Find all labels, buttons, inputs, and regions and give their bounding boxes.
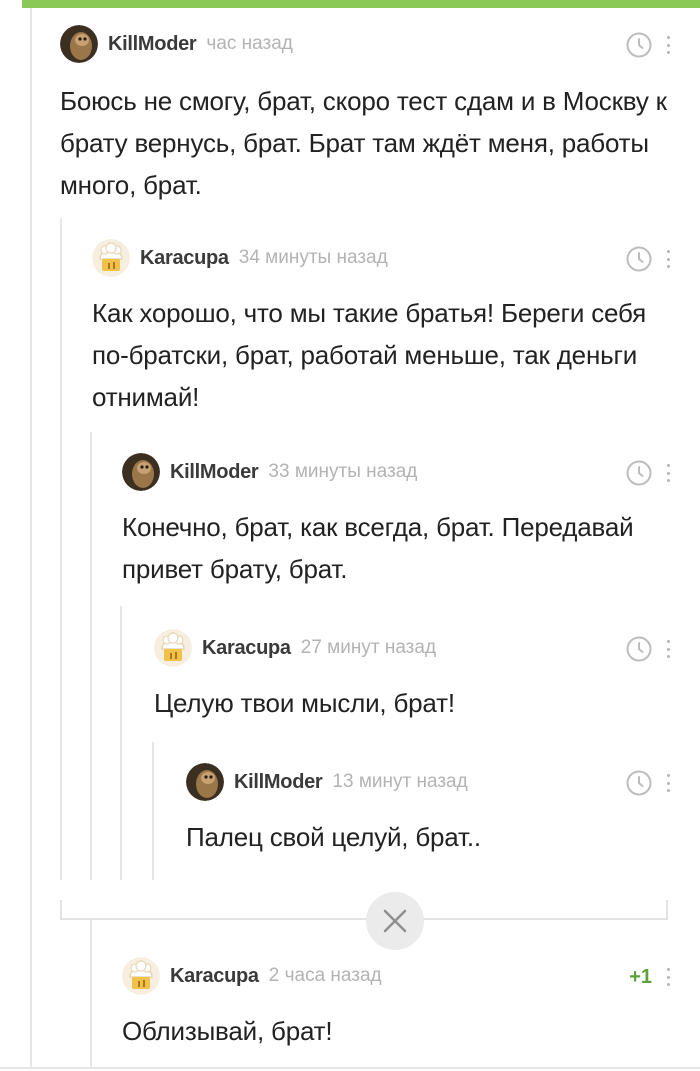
comment-time[interactable]: 34 минуты назад [239,247,388,269]
thread-line-root[interactable] [30,8,32,1068]
author-name[interactable]: KillModer [170,461,259,484]
avatar[interactable] [92,239,130,277]
comment-text: Конечно, брат, как всегда, брат. Передав… [122,512,634,584]
comment-header: KillModer 13 минут назад [186,762,670,802]
avatar[interactable] [122,453,160,491]
thread-line-level-2[interactable] [90,432,92,880]
comment: Karacupa 27 минут назад Целую твои мысли… [154,628,670,724]
collapse-divider-edge-right [666,900,668,920]
comment-text: Облизывай, брат! [122,1016,333,1046]
more-vertical-icon[interactable] [666,36,670,54]
clock-icon[interactable] [626,32,652,58]
comment-text: Боюсь не смогу, брат, скоро тест сдам и … [60,86,667,200]
close-icon[interactable] [382,908,408,934]
comment-header: KillModer час назад [60,24,670,64]
author-name[interactable]: KillModer [234,771,323,794]
thread-line-level-3[interactable] [120,606,122,880]
comment-header: Karacupa 34 минуты назад [92,238,670,278]
comment-actions [626,770,670,796]
thread-line-level-1[interactable] [60,218,62,880]
comment-text: Как хорошо, что мы такие братья! Береги … [92,298,647,412]
comment-time[interactable]: 33 минуты назад [268,461,417,483]
clock-icon[interactable] [626,770,652,796]
avatar[interactable] [186,763,224,801]
author-name[interactable]: KillModer [108,33,197,56]
top-bar-gap [0,0,22,8]
comment-header: Karacupa 2 часа назад +1 [122,956,670,996]
comment-actions [626,32,670,58]
comment-time[interactable]: 13 минут назад [332,771,467,793]
comment: Karacupa 34 минуты назад Как хорошо, что… [92,238,670,418]
comment-text: Целую твои мысли, брат! [154,688,455,718]
collapse-button[interactable] [366,892,424,950]
comment-text: Палец свой целуй, брат.. [186,822,481,852]
clock-icon[interactable] [626,460,652,486]
avatar[interactable] [60,25,98,63]
more-vertical-icon[interactable] [666,968,670,986]
more-vertical-icon[interactable] [666,640,670,658]
more-vertical-icon[interactable] [666,250,670,268]
author-name[interactable]: Karacupa [170,965,259,988]
comment-actions: +1 [629,964,670,990]
comment: Karacupa 2 часа назад +1 Облизывай, брат… [122,956,670,1052]
comment-rating: +1 [629,965,652,988]
thread-line-bottom-branch[interactable] [90,920,92,1068]
more-vertical-icon[interactable] [666,774,670,792]
comment-actions [626,636,670,662]
comment-header: Karacupa 27 минут назад [154,628,670,668]
avatar[interactable] [122,957,160,995]
comment-time[interactable]: 27 минут назад [301,637,436,659]
collapse-divider [60,918,668,920]
comment-time[interactable]: 2 часа назад [269,965,382,987]
more-vertical-icon[interactable] [666,464,670,482]
author-name[interactable]: Karacupa [202,637,291,660]
clock-icon[interactable] [626,246,652,272]
comment-actions [626,460,670,486]
collapse-divider-edge-left [60,900,62,920]
bottom-separator [0,1067,700,1069]
comment: KillModer 13 минут назад Палец свой целу… [186,762,670,858]
thread-line-level-4[interactable] [152,742,154,880]
comment: KillModer 33 минуты назад Конечно, брат,… [122,452,670,590]
clock-icon[interactable] [626,636,652,662]
author-name[interactable]: Karacupa [140,247,229,270]
avatar[interactable] [154,629,192,667]
comment-time[interactable]: час назад [206,33,292,55]
comment-actions [626,246,670,272]
comment: KillModer час назад Боюсь не смогу, брат… [60,24,670,206]
top-accent-bar [0,0,700,8]
comment-header: KillModer 33 минуты назад [122,452,670,492]
